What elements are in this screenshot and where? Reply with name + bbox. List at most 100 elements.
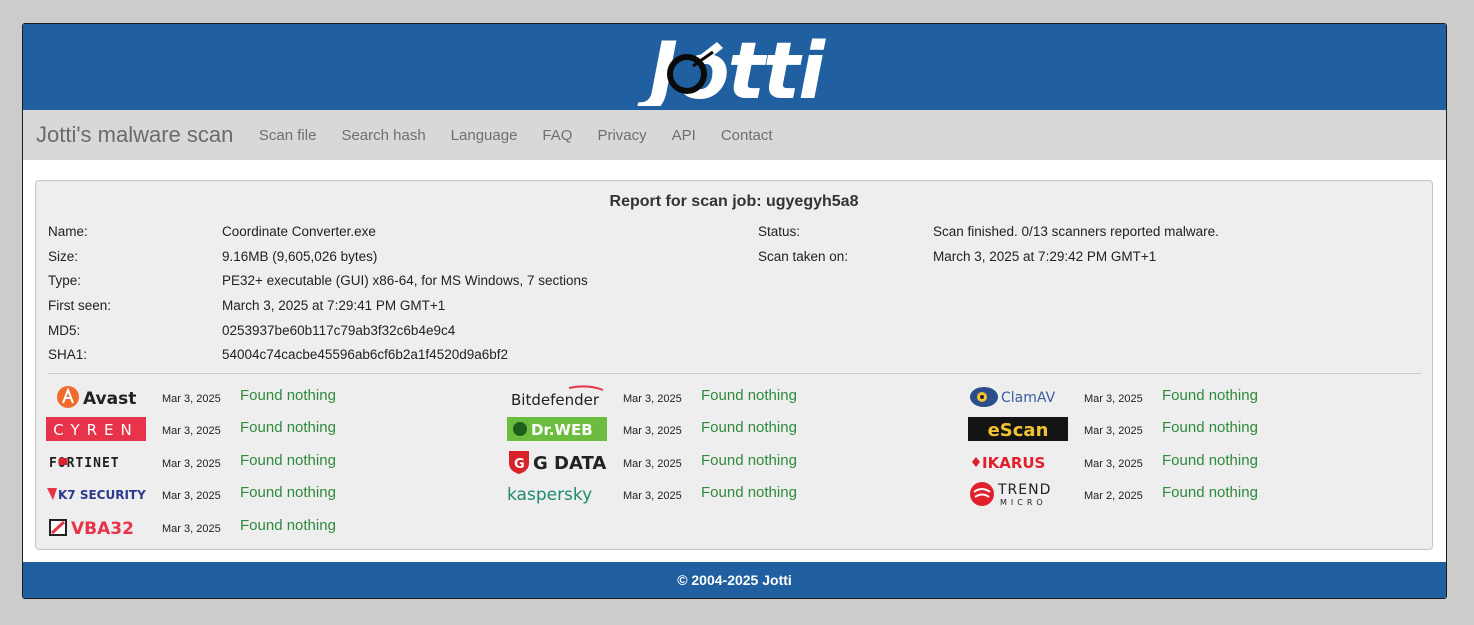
first-seen-label: First seen:	[48, 298, 112, 313]
scan-date: Mar 3, 2025	[623, 425, 682, 437]
scan-date: Mar 3, 2025	[162, 393, 221, 405]
navbar: Jotti's malware scan Scan file Search ha…	[23, 110, 1446, 160]
svg-text:kaspersky: kaspersky	[507, 485, 592, 505]
nav-contact[interactable]: Contact	[708, 127, 785, 144]
scanner-row-vba32: VBA32 Mar 3, 2025 Found nothing	[46, 514, 466, 544]
svg-text:MICRO: MICRO	[1000, 498, 1047, 507]
svg-text:Jotti: Jotti	[636, 28, 826, 106]
gdata-logo-icon: G G DATA	[509, 451, 606, 474]
jotti-logo[interactable]: Jotti	[595, 28, 877, 106]
footer-bar: © 2004-2025 Jotti	[23, 562, 1446, 598]
svg-text:IKARUS: IKARUS	[982, 454, 1045, 472]
scan-date: Mar 3, 2025	[623, 458, 682, 470]
scan-result: Found nothing	[1162, 419, 1258, 436]
scan-result: Found nothing	[701, 484, 797, 501]
nav-language[interactable]: Language	[438, 127, 530, 144]
scanner-row-cyren: CYREN Mar 3, 2025 Found nothing	[46, 416, 466, 446]
scanner-row-kaspersky: kaspersky Mar 3, 2025 Found nothing	[507, 481, 927, 511]
trendmicro-logo-icon: TREND MICRO	[970, 482, 1051, 507]
drweb-logo-icon: Dr.WEB	[507, 417, 607, 441]
size-label: Size:	[48, 249, 79, 264]
scanner-row-drweb: Dr.WEB Mar 3, 2025 Found nothing	[507, 416, 927, 446]
svg-text:CYREN: CYREN	[53, 421, 139, 439]
md5-label: MD5:	[48, 323, 81, 338]
scan-result: Found nothing	[240, 452, 336, 469]
nav-privacy[interactable]: Privacy	[585, 127, 659, 144]
vba32-logo-icon: VBA32	[49, 519, 134, 539]
first-seen-value: March 3, 2025 at 7:29:41 PM GMT+1	[222, 298, 446, 313]
status-value: Scan finished. 0/13 scanners reported ma…	[933, 224, 1219, 239]
scan-date: Mar 3, 2025	[1084, 425, 1143, 437]
svg-text:G: G	[514, 457, 525, 472]
divider	[48, 373, 1421, 374]
svg-text:TREND: TREND	[997, 482, 1051, 498]
copyright-text: © 2004-2025 Jotti	[677, 572, 792, 588]
scan-result: Found nothing	[1162, 484, 1258, 501]
svg-text:eScan: eScan	[988, 420, 1049, 441]
svg-text:ClamAV: ClamAV	[1001, 390, 1056, 406]
scanner-row-gdata: G G DATA Mar 3, 2025 Found nothing	[507, 449, 927, 479]
svg-text:K7 SECURITY: K7 SECURITY	[58, 488, 146, 502]
scan-date: Mar 3, 2025	[162, 458, 221, 470]
svg-text:Dr.WEB: Dr.WEB	[531, 421, 593, 439]
ikarus-logo-icon: IKARUS	[972, 454, 1045, 472]
name-value: Coordinate Converter.exe	[222, 224, 376, 239]
report-title: Report for scan job: ugyegyh5a8	[609, 193, 859, 210]
scan-result: Found nothing	[240, 387, 336, 404]
sha1-label: SHA1:	[48, 347, 88, 362]
scan-result: Found nothing	[701, 452, 797, 469]
scan-result: Found nothing	[240, 419, 336, 436]
scan-date: Mar 3, 2025	[1084, 393, 1143, 405]
scan-result: Found nothing	[240, 517, 336, 534]
size-value: 9.16MB (9,605,026 bytes)	[222, 249, 378, 264]
report-panel: Report for scan job: ugyegyh5a8 Name: Co…	[35, 180, 1433, 550]
page-frame: Jotti Jotti's malware scan Scan file Sea…	[22, 23, 1447, 599]
scan-date: Mar 3, 2025	[623, 490, 682, 502]
type-label: Type:	[48, 273, 82, 288]
cyren-logo-icon: CYREN	[46, 417, 146, 441]
scan-result: Found nothing	[701, 387, 797, 404]
scan-date: Mar 3, 2025	[1084, 458, 1143, 470]
scanner-row-ikarus: IKARUS Mar 3, 2025 Found nothing	[968, 449, 1388, 479]
scan-result: Found nothing	[701, 419, 797, 436]
scanner-row-k7: K7 SECURITY Mar 3, 2025 Found nothing	[46, 481, 466, 511]
nav-search-hash[interactable]: Search hash	[329, 127, 438, 144]
fortinet-logo-icon: FORTINET	[49, 456, 119, 471]
header-bar: Jotti	[23, 24, 1446, 110]
scan-result: Found nothing	[240, 484, 336, 501]
scanner-row-clamav: ClamAV Mar 3, 2025 Found nothing	[968, 384, 1388, 414]
nav-scan-file[interactable]: Scan file	[246, 127, 329, 144]
clamav-logo-icon: ClamAV	[970, 387, 1056, 407]
scan-date: Mar 3, 2025	[162, 490, 221, 502]
scan-taken-value: March 3, 2025 at 7:29:42 PM GMT+1	[933, 249, 1157, 264]
svg-text:G DATA: G DATA	[533, 453, 606, 474]
scanner-row-escan: eScan Mar 3, 2025 Found nothing	[968, 416, 1388, 446]
scanner-row-bitdefender: Bitdefender Mar 3, 2025 Found nothing	[507, 384, 927, 414]
sha1-value: 54004c74cacbe45596ab6cf6b2a1f4520d9a6bf2	[222, 347, 509, 362]
type-value: PE32+ executable (GUI) x86-64, for MS Wi…	[222, 273, 588, 288]
scan-result: Found nothing	[1162, 387, 1258, 404]
kaspersky-logo-icon: kaspersky	[507, 485, 592, 505]
nav-api[interactable]: API	[659, 127, 708, 144]
scanner-row-avast: Avast Mar 3, 2025 Found nothing	[46, 384, 466, 414]
escan-logo-icon: eScan	[968, 417, 1068, 441]
name-label: Name:	[48, 224, 88, 239]
avast-logo-icon: Avast	[57, 386, 136, 409]
scan-result: Found nothing	[1162, 452, 1258, 469]
status-label: Status:	[758, 224, 801, 239]
scanner-row-fortinet: FORTINET Mar 3, 2025 Found nothing	[46, 449, 466, 479]
scan-date: Mar 3, 2025	[162, 523, 221, 535]
nav-faq[interactable]: FAQ	[530, 127, 585, 144]
svg-text:VBA32: VBA32	[71, 519, 134, 539]
scanner-row-trendmicro: TREND MICRO Mar 2, 2025 Found nothing	[968, 481, 1388, 511]
scan-date: Mar 2, 2025	[1084, 490, 1143, 502]
svg-text:Avast: Avast	[83, 389, 136, 409]
scan-taken-label: Scan taken on:	[758, 249, 849, 264]
bitdefender-logo-icon: Bitdefender	[511, 385, 604, 409]
site-brand[interactable]: Jotti's malware scan	[36, 122, 233, 148]
scan-date: Mar 3, 2025	[162, 425, 221, 437]
svg-text:Bitdefender: Bitdefender	[511, 391, 600, 409]
k7-logo-icon: K7 SECURITY	[47, 488, 146, 502]
scan-date: Mar 3, 2025	[623, 393, 682, 405]
md5-value: 0253937be60b117c79ab3f32c6b4e9c4	[222, 323, 456, 338]
